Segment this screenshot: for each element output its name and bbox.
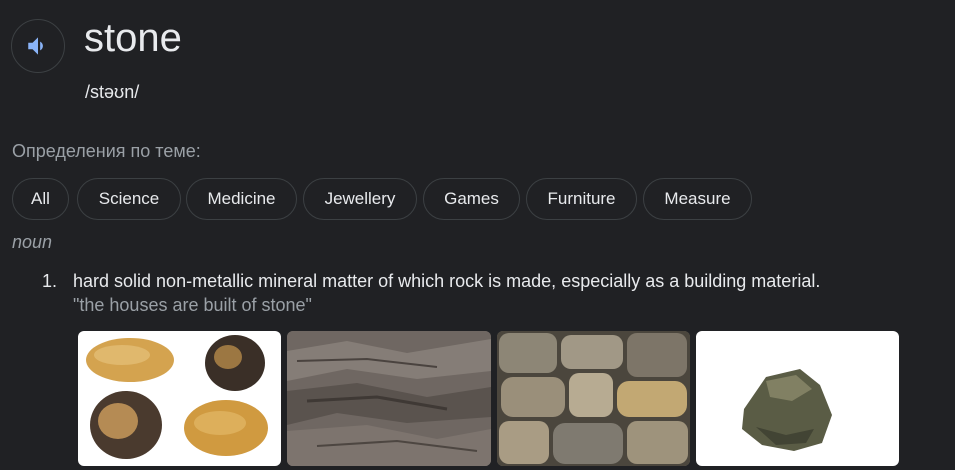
speaker-icon xyxy=(28,37,43,55)
topics-label: Определения по теме: xyxy=(12,141,201,161)
headword: stone xyxy=(84,16,182,60)
pronunciation-button[interactable] xyxy=(11,19,65,73)
chip-jewellery[interactable]: Jewellery xyxy=(303,178,417,220)
definition-text: hard solid non-metallic mineral matter o… xyxy=(73,271,821,291)
chip-games[interactable]: Games xyxy=(423,178,520,220)
phonetic-transcription: /stəʊn/ xyxy=(85,82,140,102)
chip-measure[interactable]: Measure xyxy=(643,178,752,220)
rock-surface-image[interactable] xyxy=(287,331,491,466)
chip-all[interactable]: All xyxy=(12,178,69,220)
chip-science[interactable]: Science xyxy=(77,178,181,220)
chip-furniture[interactable]: Furniture xyxy=(526,178,637,220)
definition-example: "the houses are built of stone" xyxy=(73,295,312,315)
assorted-stones-image[interactable] xyxy=(78,331,281,466)
chip-medicine[interactable]: Medicine xyxy=(186,178,297,220)
definition-number: 1. xyxy=(42,271,58,291)
part-of-speech: noun xyxy=(12,232,53,252)
single-stone-image[interactable] xyxy=(696,331,899,466)
stone-wall-image[interactable] xyxy=(497,331,690,466)
